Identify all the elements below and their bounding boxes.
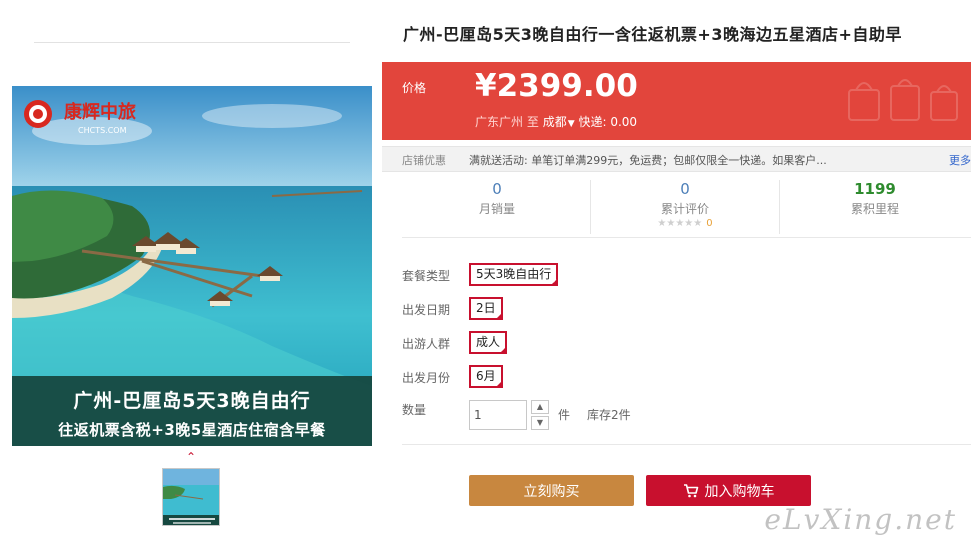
shopping-bag-pattern-icon xyxy=(848,79,958,121)
shipping-value: 0.00 xyxy=(610,115,638,129)
stat-monthly-sales: 0 月销量 xyxy=(402,180,592,217)
site-watermark: eLvXing.net xyxy=(764,503,957,536)
product-stats: 0 月销量 0 累计评价 ★★★★★ 0 1199 累积里程 xyxy=(402,176,971,238)
store-promo-bar: 店铺优惠 满就送活动: 单笔订单满299元，免运费；包邮仅限全一快递。如果客户.… xyxy=(382,146,971,172)
shipping-label: 快递: xyxy=(578,115,607,129)
option-label: 套餐类型 xyxy=(402,269,451,283)
option-value: 5天3晚自由行 xyxy=(476,267,552,281)
chevron-down-icon: ▼ xyxy=(567,119,575,129)
quantity-label: 数量 xyxy=(402,403,427,417)
option-traveler-group-selected[interactable]: 成人 xyxy=(469,331,508,354)
product-gallery: 康辉中旅 CHCTS.COM 广州-巴厘岛5天3晚自由行 往返机票含税+3晚5星… xyxy=(0,0,382,544)
selected-check-icon xyxy=(499,346,508,354)
thumbnail-illustration xyxy=(163,469,219,525)
price-value: ¥2399.00 xyxy=(475,68,638,104)
shipping-route: 广东广州 至 成都▼ 快递: 0.00 xyxy=(475,113,637,130)
destination-label: 成都 xyxy=(542,115,567,129)
promo-more-link[interactable]: 更多 xyxy=(949,152,971,168)
rating-count: 0 xyxy=(706,218,713,229)
rating-stars: ★★★★★ 0 xyxy=(591,218,779,229)
option-departure-month-selected[interactable]: 6月 xyxy=(469,365,503,388)
monthly-sales-value: 0 xyxy=(492,180,502,198)
image-banner-line2: 往返机票含税+3晚5星酒店住宿含早餐 xyxy=(58,421,326,439)
option-value: 2日 xyxy=(476,301,496,315)
thumbnail-image[interactable] xyxy=(162,468,220,526)
option-package-type-selected[interactable]: 5天3晚自由行 xyxy=(469,263,559,286)
main-product-image[interactable]: 康辉中旅 CHCTS.COM 广州-巴厘岛5天3晚自由行 往返机票含税+3晚5星… xyxy=(12,86,372,446)
stock-count: 库存2件 xyxy=(587,408,631,422)
promo-label: 店铺优惠 xyxy=(402,154,446,167)
selected-check-icon xyxy=(494,380,503,388)
price-box: 价格 ¥2399.00 广东广州 至 成都▼ 快递: 0.00 xyxy=(382,62,971,140)
reviews-label: 累计评价 xyxy=(660,202,709,216)
option-label: 出发日期 xyxy=(402,303,451,317)
option-label: 出游人群 xyxy=(402,337,451,351)
option-value: 6月 xyxy=(476,369,496,383)
section-divider xyxy=(402,444,971,445)
quantity-increase-icon[interactable]: ▲ xyxy=(531,400,549,414)
points-value: 1199 xyxy=(854,180,896,198)
stat-reviews[interactable]: 0 累计评价 ★★★★★ 0 xyxy=(590,180,780,234)
star-icons: ★★★★★ xyxy=(657,218,703,229)
image-banner-line1: 广州-巴厘岛5天3晚自由行 xyxy=(73,390,311,412)
brand-logo-text: 康辉中旅 xyxy=(64,102,136,123)
product-title: 广州-巴厘岛5天3晚自由行一含往返机票+3晚海边五星酒店+自助早 xyxy=(403,25,902,44)
quantity-unit: 件 xyxy=(558,408,571,422)
quantity-row: 数量 ▲ ▼ 件 库存2件 xyxy=(402,398,962,432)
points-label: 累积里程 xyxy=(850,202,899,216)
option-departure-date-selected[interactable]: 2日 xyxy=(469,297,503,320)
option-label: 出发月份 xyxy=(402,371,451,385)
add-to-cart-button[interactable]: 加入购物车 xyxy=(646,475,811,506)
route-to-word: 至 xyxy=(526,115,539,129)
brand-logo-sub: CHCTS.COM xyxy=(78,126,127,135)
product-detail-panel: 广州-巴厘岛5天3晚自由行一含往返机票+3晚海边五星酒店+自助早 价格 ¥239… xyxy=(382,0,971,544)
thumbnail-scroll-up-icon[interactable]: ⌃ xyxy=(186,450,196,464)
cart-icon xyxy=(683,483,698,497)
monthly-sales-label: 月销量 xyxy=(478,202,515,216)
image-banner: 广州-巴厘岛5天3晚自由行 往返机票含税+3晚5星酒店住宿含早餐 xyxy=(12,376,372,446)
destination-selector[interactable]: 成都▼ xyxy=(543,115,575,129)
reviews-value: 0 xyxy=(680,180,690,198)
quantity-input[interactable] xyxy=(469,400,527,430)
selected-check-icon xyxy=(550,278,559,286)
buy-now-button[interactable]: 立刻购买 xyxy=(469,475,634,506)
promo-text: 满就送活动: 单笔订单满299元，免运费；包邮仅限全一快递。如果客户... xyxy=(469,154,827,167)
add-to-cart-label: 加入购物车 xyxy=(704,483,775,500)
option-value: 成人 xyxy=(476,335,501,349)
gallery-top-divider xyxy=(34,42,350,43)
selected-check-icon xyxy=(494,312,503,320)
quantity-decrease-icon[interactable]: ▼ xyxy=(531,416,549,430)
price-label: 价格 xyxy=(402,81,427,95)
stat-points: 1199 累积里程 xyxy=(780,180,970,217)
route-origin: 广东广州 xyxy=(475,115,524,129)
